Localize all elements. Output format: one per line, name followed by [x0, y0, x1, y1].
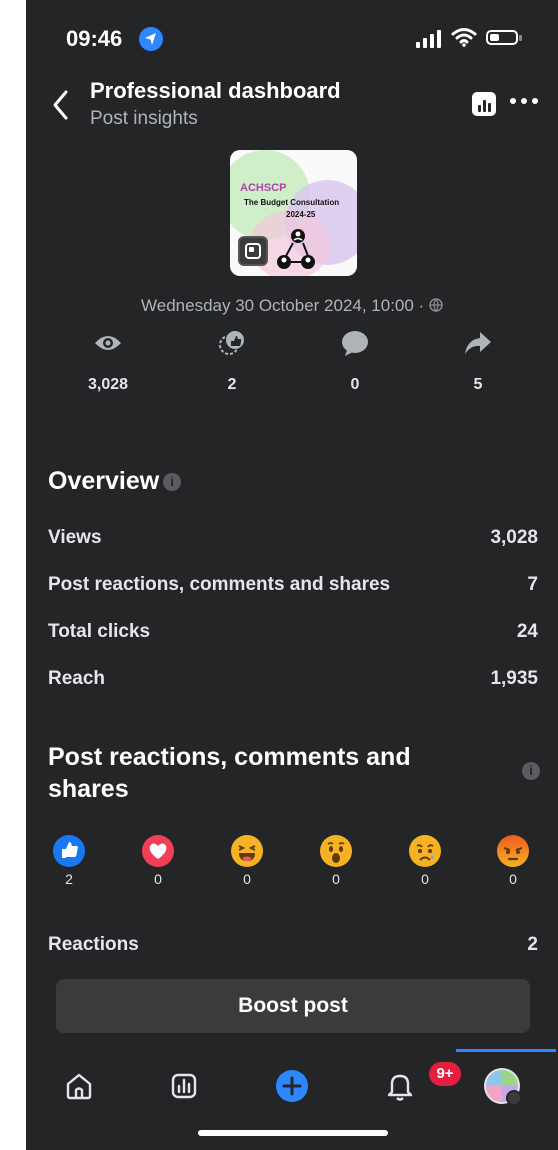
status-bar: 09:46: [26, 0, 558, 82]
reaction-haha: 0: [230, 835, 264, 887]
cellular-signal-icon: [416, 30, 441, 48]
reaction-sad: 0: [408, 835, 442, 887]
tab-dashboard[interactable]: [164, 1066, 204, 1106]
tab-profile[interactable]: [482, 1066, 522, 1106]
haha-icon: [231, 835, 263, 867]
reaction-angry: 0: [496, 835, 530, 887]
info-icon[interactable]: i: [163, 473, 182, 492]
reactions-icon: [192, 330, 272, 356]
battery-icon: [486, 30, 522, 45]
plus-icon: [276, 1070, 308, 1102]
people-network-icon: [277, 229, 315, 269]
more-options-icon[interactable]: [510, 98, 538, 104]
thumbnail-year: 2024-25: [286, 210, 316, 219]
stat-comments: 0: [315, 330, 395, 394]
overview-row-reach: Reach 1,935: [48, 668, 538, 689]
overview-row-clicks: Total clicks 24: [48, 621, 538, 642]
globe-icon: [429, 298, 443, 313]
reaction-breakdown: 2 0 0 0 0 0: [50, 835, 544, 895]
image-icon: [238, 236, 268, 266]
reaction-love: 0: [141, 835, 175, 887]
love-icon: [142, 835, 174, 867]
like-icon: [53, 835, 85, 867]
overview-row-views: Views 3,028: [48, 527, 538, 548]
stat-reactions: 2: [192, 330, 272, 394]
page-title: Professional dashboard: [90, 78, 341, 103]
active-tab-indicator: [456, 1049, 556, 1052]
wifi-icon: [451, 26, 477, 53]
stat-shares: 5: [438, 330, 518, 394]
post-date: Wednesday 30 October 2024, 10:00 ·: [26, 296, 558, 316]
eye-icon: [68, 330, 148, 356]
wow-icon: [320, 835, 352, 867]
menu-badge-icon: [506, 1090, 522, 1106]
home-indicator: [198, 1130, 388, 1136]
angry-icon: [497, 835, 529, 867]
page-subtitle: Post insights: [90, 108, 198, 129]
reaction-like: 2: [52, 835, 86, 887]
post-thumbnail[interactable]: ACHSCP The Budget Consultation 2024-25: [230, 150, 357, 276]
notification-badge: 9+: [429, 1062, 461, 1086]
reaction-wow: 0: [319, 835, 353, 887]
tab-create[interactable]: [272, 1066, 312, 1106]
engagement-info-icon[interactable]: i: [522, 762, 540, 780]
insights-chart-icon[interactable]: [472, 92, 496, 116]
sad-icon: [409, 835, 441, 867]
boost-post-button[interactable]: Boost post: [56, 979, 530, 1033]
reactions-total-row: Reactions 2: [48, 934, 538, 955]
comment-icon: [315, 330, 395, 356]
phone-screen: 09:46 Professional dashboard Post insigh…: [26, 0, 558, 1150]
tab-home[interactable]: [59, 1066, 99, 1106]
dashboard-icon: [171, 1073, 197, 1099]
overview-row-engagement: Post reactions, comments and shares 7: [48, 574, 538, 595]
stat-views: 3,028: [68, 330, 148, 394]
avatar: [484, 1068, 522, 1106]
share-icon: [438, 330, 518, 356]
engagement-title: Post reactions, comments and shares: [48, 743, 411, 803]
home-icon: [66, 1073, 92, 1100]
bell-icon: [387, 1074, 413, 1101]
thumbnail-title: ACHSCP: [240, 182, 287, 194]
status-time: 09:46: [66, 26, 123, 51]
thumbnail-subtitle: The Budget Consultation: [244, 198, 340, 207]
location-arrow-icon: [139, 27, 163, 51]
overview-title: Overview i: [48, 467, 182, 496]
back-button[interactable]: [48, 88, 76, 122]
tab-notifications[interactable]: [380, 1066, 420, 1106]
